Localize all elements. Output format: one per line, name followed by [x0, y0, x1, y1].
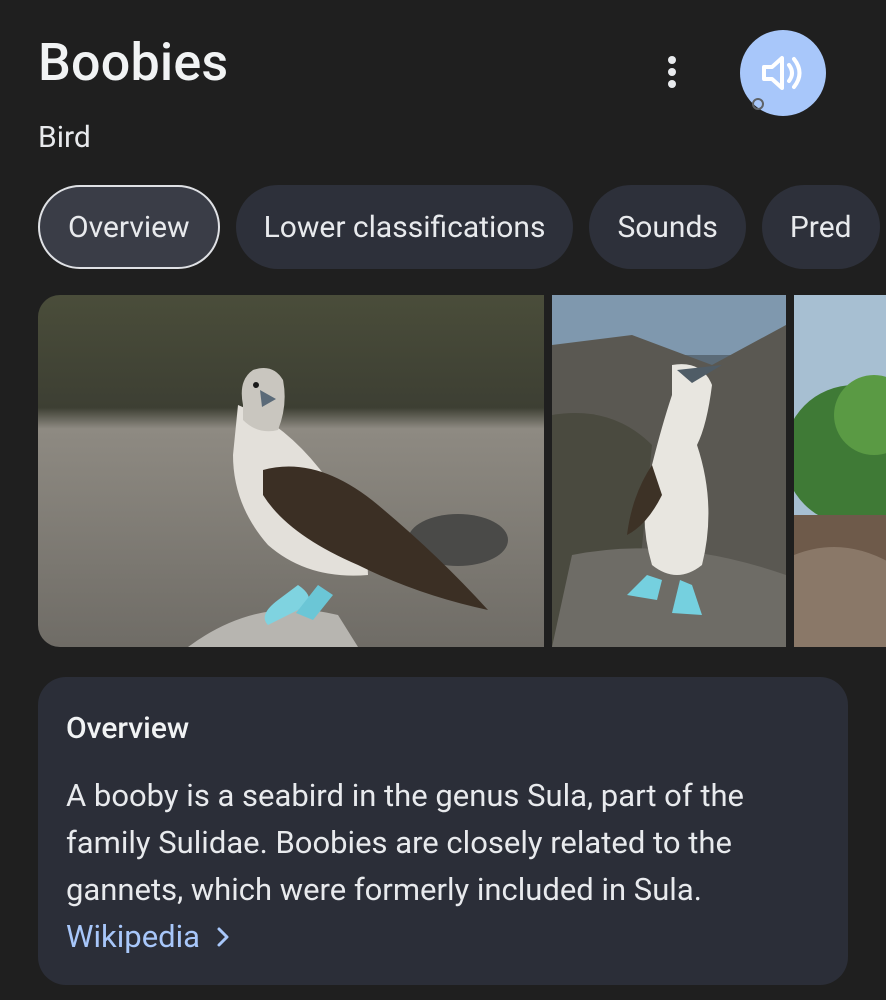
more-vert-icon: [668, 56, 676, 88]
tab-overview[interactable]: Overview: [38, 185, 220, 269]
booby-image-1[interactable]: [38, 295, 544, 647]
overview-text: A booby is a seabird in the genus Sula, …: [66, 777, 744, 908]
wikipedia-link-label: Wikipedia: [66, 918, 201, 955]
tab-bar: Overview Lower classifications Sounds Pr…: [38, 185, 880, 269]
page-title: Boobies: [38, 32, 229, 93]
tab-pred[interactable]: Pred: [761, 185, 880, 269]
chevron-right-icon: [217, 927, 229, 946]
image-carousel: [38, 295, 886, 647]
coastal-image-3[interactable]: [794, 295, 886, 647]
wikipedia-link[interactable]: Wikipedia: [66, 913, 230, 960]
overview-heading: Overview: [66, 711, 190, 746]
booby-image-2[interactable]: [552, 295, 786, 647]
overview-card: Overview A booby is a seabird in the gen…: [38, 677, 848, 985]
tab-lower-classifications[interactable]: Lower classifications: [235, 185, 574, 269]
tab-sounds[interactable]: Sounds: [589, 185, 746, 269]
knowledge-panel: Boobies Bird Overview Lower classificati…: [0, 0, 886, 1000]
volume-icon: [762, 56, 802, 90]
more-options-button[interactable]: [650, 50, 694, 94]
status-dot: [752, 98, 764, 110]
page-subtitle: Bird: [38, 120, 91, 155]
